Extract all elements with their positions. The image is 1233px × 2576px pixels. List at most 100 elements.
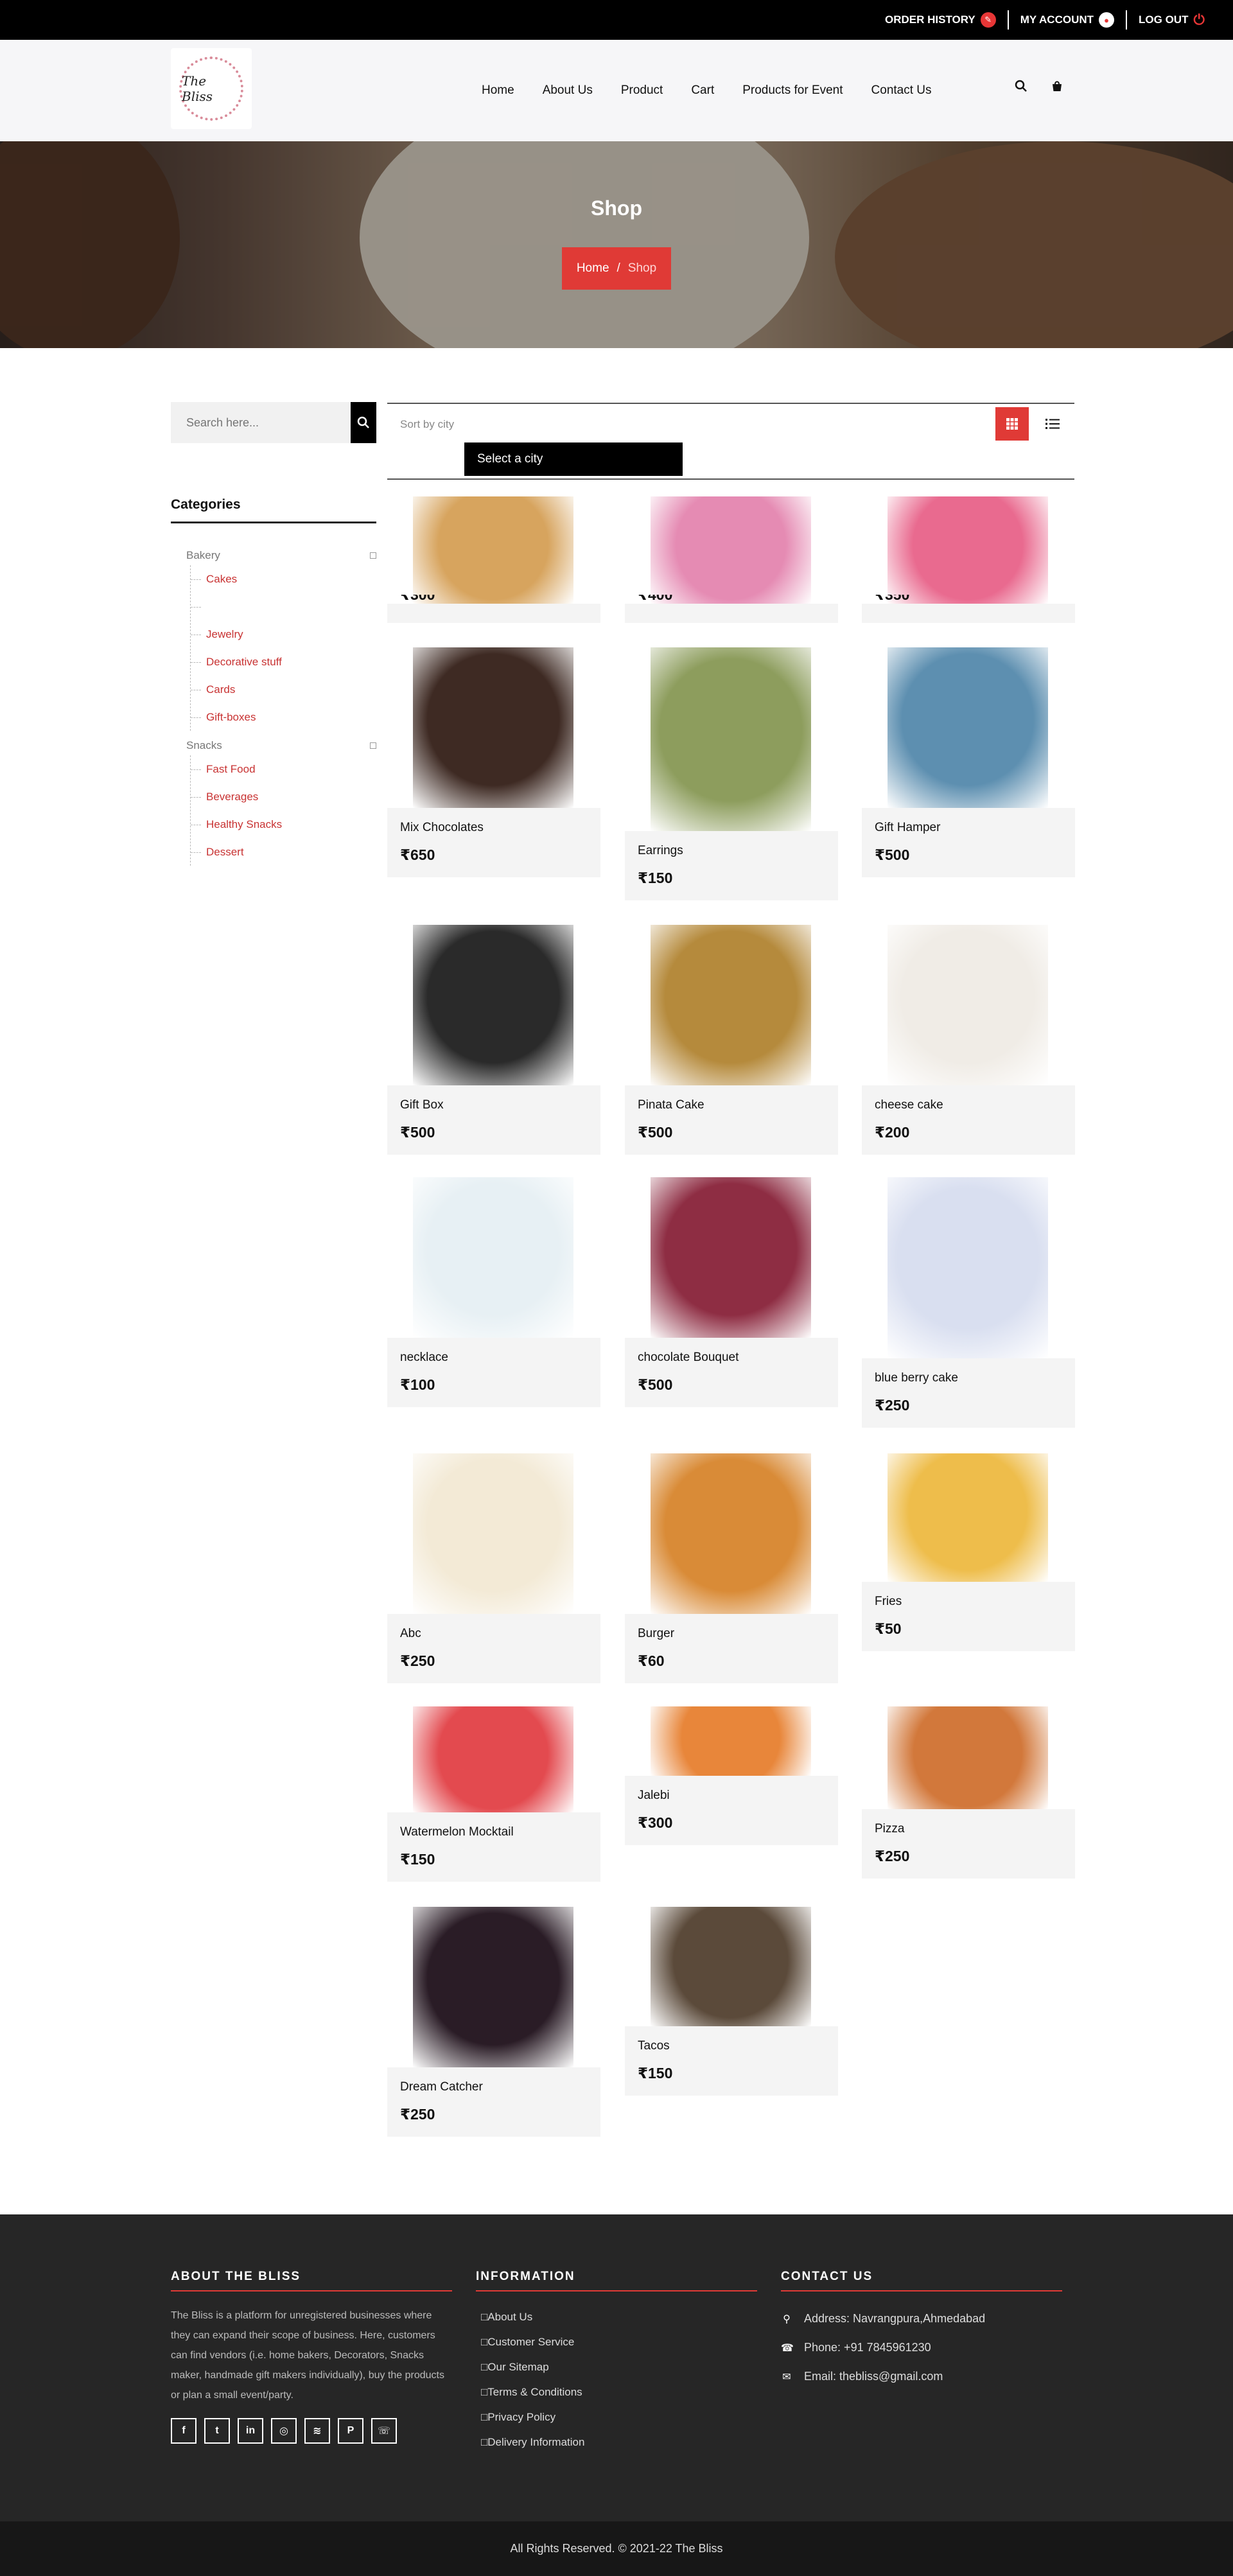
breadcrumb-separator: / bbox=[616, 261, 620, 275]
product-image[interactable] bbox=[651, 925, 811, 1085]
my-account-link[interactable]: MY ACCOUNT ● bbox=[1009, 10, 1126, 30]
product-price: ₹60 bbox=[638, 1652, 665, 1669]
product-image[interactable] bbox=[651, 1907, 811, 2026]
email-text[interactable]: Email: thebliss@gmail.com bbox=[804, 2370, 943, 2383]
product-image[interactable] bbox=[413, 496, 573, 604]
product-image[interactable] bbox=[651, 1453, 811, 1614]
logout-label: LOG OUT bbox=[1139, 13, 1189, 26]
city-select[interactable]: Select a city bbox=[464, 442, 683, 476]
subcategory-healthy-snacks[interactable]: Healthy Snacks bbox=[191, 810, 376, 838]
product-image[interactable] bbox=[413, 1177, 573, 1338]
facebook-icon[interactable]: f bbox=[171, 2418, 197, 2444]
dribbble-icon[interactable]: ◎ bbox=[271, 2418, 297, 2444]
search-icon[interactable] bbox=[1015, 80, 1028, 96]
product-name[interactable]: Fries bbox=[875, 1595, 1062, 1614]
twitter-icon[interactable]: t bbox=[204, 2418, 230, 2444]
product-name[interactable]: Jalebi bbox=[638, 1789, 825, 1808]
footer-link-privacy[interactable]: □ Privacy Policy bbox=[476, 2405, 757, 2430]
nav-cart[interactable]: Cart bbox=[691, 83, 714, 98]
footer-link-label: Delivery Information bbox=[487, 2435, 585, 2448]
subcategory-cakes[interactable]: Cakes bbox=[191, 565, 376, 593]
product-name[interactable]: Tacos bbox=[638, 2039, 825, 2058]
grid-view-button[interactable] bbox=[995, 407, 1029, 441]
product-image[interactable] bbox=[651, 1706, 811, 1776]
product-image[interactable] bbox=[888, 496, 1048, 604]
footer-link-delivery[interactable]: □ Delivery Information bbox=[476, 2430, 757, 2455]
footer-link-label: About Us bbox=[487, 2310, 533, 2323]
subcategory-decorative-stuff[interactable]: Decorative stuff bbox=[191, 648, 376, 676]
product-name[interactable]: Pinata Cake bbox=[638, 1098, 825, 1117]
product-info: Pinata Cake ₹500 bbox=[625, 1085, 838, 1155]
product-name[interactable]: Burger bbox=[638, 1627, 825, 1646]
footer-link-about-us[interactable]: □ About Us bbox=[476, 2304, 757, 2329]
product-info: Fries ₹50 bbox=[862, 1582, 1075, 1651]
shopping-bag-icon[interactable] bbox=[1051, 80, 1063, 96]
product-image[interactable] bbox=[413, 1706, 573, 1812]
product-image[interactable] bbox=[888, 1706, 1048, 1809]
pinterest-icon[interactable]: P bbox=[338, 2418, 363, 2444]
contact-details: ⚲ Address: Navrangpura,Ahmedabad ☎ Phone: … bbox=[781, 2304, 1062, 2391]
product-image[interactable] bbox=[888, 647, 1048, 808]
product-name[interactable]: Watermelon Mocktail bbox=[400, 1825, 588, 1844]
subcategory-jewelry[interactable]: Jewelry bbox=[191, 620, 376, 648]
category-list: Bakery Cakes Jewelry Decorative stuff Ca… bbox=[186, 546, 376, 871]
collapse-icon[interactable] bbox=[370, 742, 376, 749]
product-image[interactable] bbox=[651, 496, 811, 604]
nav-product[interactable]: Product bbox=[621, 83, 663, 98]
category-snacks[interactable]: Snacks bbox=[186, 736, 376, 755]
nav-about-us[interactable]: About Us bbox=[543, 83, 593, 98]
collapse-icon[interactable] bbox=[370, 552, 376, 559]
subcategory-fast-food[interactable]: Fast Food bbox=[191, 755, 376, 783]
product-info: necklace ₹100 bbox=[387, 1338, 600, 1407]
product-name[interactable]: Abc bbox=[400, 1627, 588, 1646]
product-name[interactable]: Dream Catcher bbox=[400, 2080, 588, 2099]
subcategory-blank[interactable] bbox=[191, 593, 376, 620]
product-price: ₹350 bbox=[875, 595, 910, 603]
product-image[interactable] bbox=[413, 1453, 573, 1614]
subcategory-gift-boxes[interactable]: Gift-boxes bbox=[191, 703, 376, 731]
product-image[interactable] bbox=[413, 647, 573, 808]
product-name[interactable]: cheese cake bbox=[875, 1098, 1062, 1117]
rss-icon[interactable]: ≋ bbox=[304, 2418, 330, 2444]
product-name[interactable]: necklace bbox=[400, 1351, 588, 1370]
product-image[interactable] bbox=[888, 1453, 1048, 1582]
nav-contact-us[interactable]: Contact Us bbox=[871, 83, 932, 98]
footer-link-label: Customer Service bbox=[487, 2335, 575, 2348]
subcategory-dessert[interactable]: Dessert bbox=[191, 838, 376, 866]
banner-image bbox=[835, 141, 1233, 348]
breadcrumb: Home / Shop bbox=[562, 247, 671, 290]
product-name[interactable]: Pizza bbox=[875, 1822, 1062, 1841]
logo[interactable]: The Bliss bbox=[171, 48, 252, 129]
product-image[interactable] bbox=[651, 647, 811, 831]
nav-products-for-event[interactable]: Products for Event bbox=[742, 83, 843, 98]
nav-home[interactable]: Home bbox=[482, 83, 514, 98]
logout-link[interactable]: LOG OUT ⏻ bbox=[1127, 10, 1216, 30]
footer-link-sitemap[interactable]: □ Our Sitemap bbox=[476, 2354, 757, 2379]
header-icons bbox=[1015, 80, 1063, 96]
footer-link-terms[interactable]: □ Terms & Conditions bbox=[476, 2379, 757, 2405]
product-image[interactable] bbox=[413, 925, 573, 1085]
whatsapp-icon[interactable]: ☏ bbox=[371, 2418, 397, 2444]
list-view-button[interactable] bbox=[1036, 407, 1069, 441]
product-name[interactable]: Gift Hamper bbox=[875, 821, 1062, 840]
breadcrumb-home[interactable]: Home bbox=[577, 261, 609, 276]
banner-image bbox=[0, 141, 180, 348]
linkedin-icon[interactable]: in bbox=[238, 2418, 263, 2444]
subcategory-beverages[interactable]: Beverages bbox=[191, 783, 376, 810]
search-input[interactable] bbox=[171, 402, 351, 443]
search-button[interactable] bbox=[351, 402, 376, 443]
product-image[interactable] bbox=[888, 925, 1048, 1085]
product-name[interactable]: Mix Chocolates bbox=[400, 821, 588, 840]
product-name[interactable]: Earrings bbox=[638, 844, 825, 863]
order-history-link[interactable]: ORDER HISTORY ✎ bbox=[873, 10, 1008, 30]
footer-link-customer-service[interactable]: □ Customer Service bbox=[476, 2329, 757, 2354]
product-price: ₹250 bbox=[400, 1652, 435, 1669]
product-image[interactable] bbox=[888, 1177, 1048, 1358]
subcategory-cards[interactable]: Cards bbox=[191, 676, 376, 703]
product-image[interactable] bbox=[651, 1177, 811, 1338]
product-name[interactable]: chocolate Bouquet bbox=[638, 1351, 825, 1370]
product-name[interactable]: Gift Box bbox=[400, 1098, 588, 1117]
category-bakery[interactable]: Bakery bbox=[186, 546, 376, 565]
product-name[interactable]: blue berry cake bbox=[875, 1371, 1062, 1390]
product-image[interactable] bbox=[413, 1907, 573, 2067]
